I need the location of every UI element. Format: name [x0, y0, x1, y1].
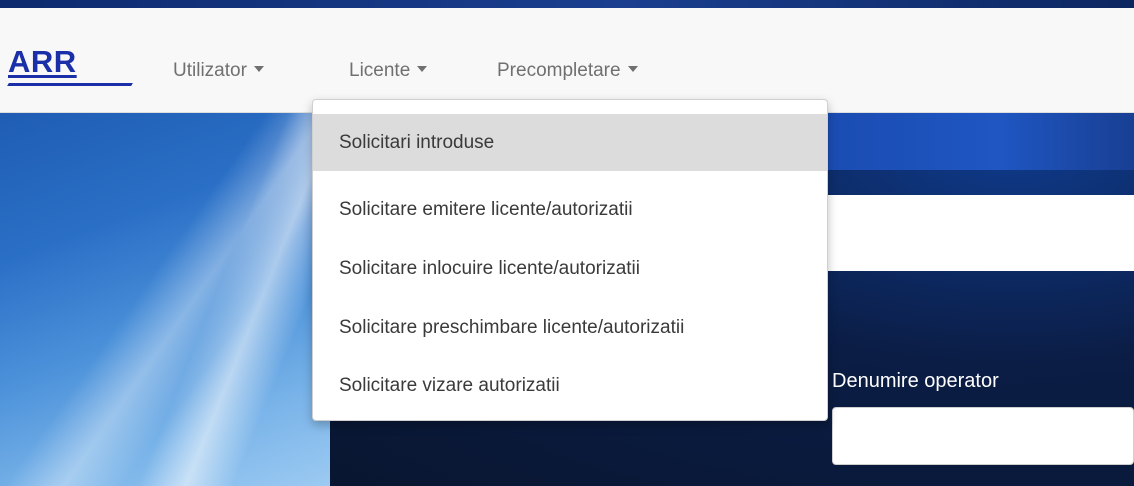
background-blue-band: [800, 112, 1134, 170]
caret-down-icon: [417, 65, 428, 72]
nav-item-precompletare[interactable]: Precompletare: [497, 60, 638, 82]
navbar: ARR Utilizator Licente Precompletare: [0, 8, 1134, 113]
menu-item-solicitari-introduse[interactable]: Solicitari introduse: [313, 114, 827, 171]
caret-down-icon: [253, 65, 264, 72]
licente-dropdown-menu: Solicitari introduse Solicitare emitere …: [312, 99, 828, 421]
menu-item-solicitare-inlocuire[interactable]: Solicitare inlocuire licente/autorizatii: [313, 240, 827, 297]
nav-item-utilizator[interactable]: Utilizator: [173, 60, 264, 82]
content-card: [820, 195, 1134, 271]
brand-logo-text: ARR: [8, 44, 77, 79]
app-window: Denumire operator ARR Utilizator Licente…: [0, 0, 1134, 486]
menu-item-solicitare-emitere[interactable]: Solicitare emitere licente/autorizatii: [313, 181, 827, 238]
menu-item-solicitare-vizare[interactable]: Solicitare vizare autorizatii: [313, 357, 827, 414]
operator-name-label: Denumire operator: [832, 370, 999, 392]
nav-item-label: Utilizator: [173, 60, 247, 81]
nav-item-label: Licente: [349, 60, 411, 81]
nav-item-licente[interactable]: Licente: [349, 60, 428, 82]
menu-item-solicitare-preschimbare[interactable]: Solicitare preschimbare licente/autoriza…: [313, 299, 827, 356]
operator-name-input[interactable]: [832, 407, 1134, 465]
brand-logo-swoosh: [7, 83, 133, 86]
top-accent-strip: [0, 0, 1134, 8]
brand-logo[interactable]: ARR: [7, 36, 134, 94]
nav-item-label: Precompletare: [497, 60, 621, 81]
background-left-panel: [0, 112, 330, 486]
caret-down-icon: [627, 65, 638, 72]
